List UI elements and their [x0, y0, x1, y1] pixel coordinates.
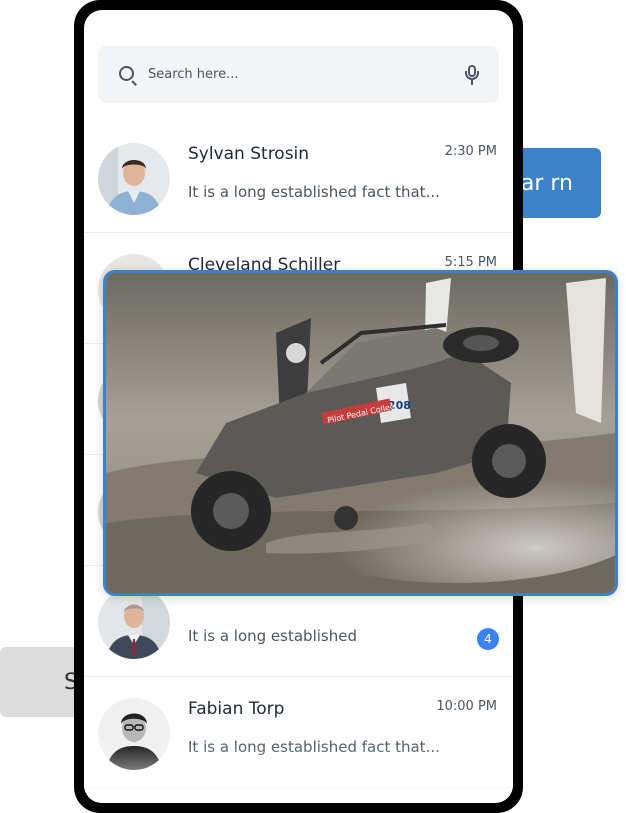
avatar — [98, 587, 170, 659]
search-icon — [118, 65, 138, 86]
image-photo: 208 Pilot Pedal Collect — [106, 273, 615, 593]
conversation-row[interactable]: Sylvan Strosin 2:30 PM It is a long esta… — [84, 122, 513, 233]
image-preview[interactable]: 208 Pilot Pedal Collect — [103, 270, 618, 596]
unread-badge: 4 — [477, 628, 499, 650]
contact-name: Sylvan Strosin — [188, 144, 310, 164]
message-preview: It is a long established fact that... — [188, 183, 440, 201]
message-preview: It is a long established — [188, 627, 357, 645]
contact-name: Fabian Torp — [188, 699, 285, 719]
conversation-row[interactable]: Fabian Torp 10:00 PM It is a long establ… — [84, 677, 513, 788]
message-preview: It is a long established fact that... — [188, 738, 440, 756]
search-input[interactable] — [148, 67, 465, 82]
message-time: 10:00 PM — [436, 699, 497, 714]
message-time: 5:15 PM — [444, 255, 497, 270]
avatar — [98, 143, 170, 215]
mic-icon[interactable] — [465, 64, 479, 85]
search-bar[interactable] — [98, 46, 499, 103]
avatar — [98, 698, 170, 770]
message-time: 2:30 PM — [444, 144, 497, 159]
